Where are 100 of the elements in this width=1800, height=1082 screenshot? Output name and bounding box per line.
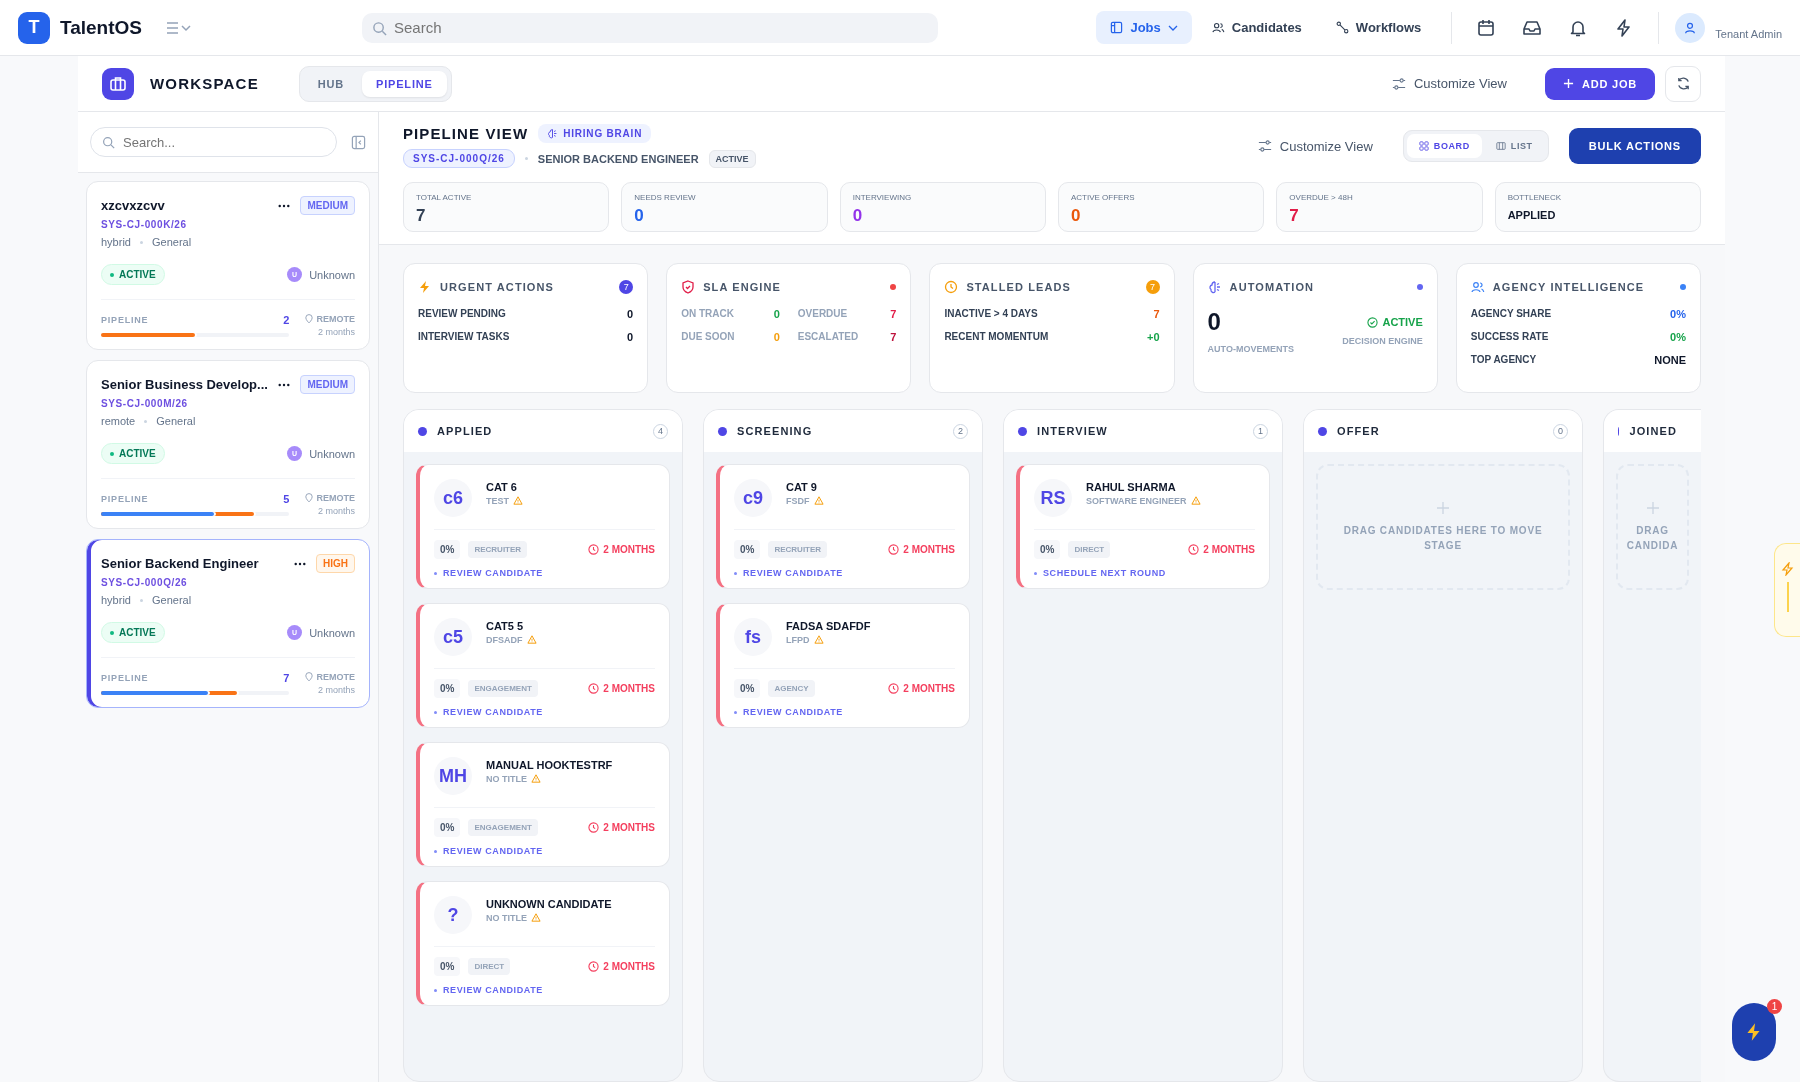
candidate-initials: ?	[434, 896, 472, 934]
add-job-button[interactable]: ADD JOB	[1544, 67, 1655, 100]
work-mode: remote	[101, 415, 136, 427]
assistant-button[interactable]	[1732, 1003, 1776, 1061]
pipeline-count: 5	[283, 493, 290, 505]
work-mode: hybrid	[101, 236, 131, 248]
more-icon[interactable]	[278, 203, 291, 208]
stat-label: TOTAL ACTIVE	[416, 193, 473, 202]
location: REMOTE	[316, 672, 355, 682]
metric-value: 7	[890, 308, 897, 320]
next-action-link[interactable]: REVIEW CANDIDATE	[434, 568, 543, 578]
candidate-card[interactable]: c9 CAT 9 FSDF 0% RECRUITER 2 MONTHS REVIEW CANDIDATE	[716, 464, 970, 589]
candidate-card[interactable]: c6 CAT 6 TEST 0% RECRUITER 2 MONTHS REVIEW CANDIDATE	[416, 464, 670, 589]
status-chip: ACTIVE	[708, 149, 756, 168]
status-badge: ACTIVE	[101, 443, 165, 464]
job-code: SYS-CJ-000M/26	[101, 398, 189, 409]
stage-name: SCREENING	[737, 425, 813, 437]
candidate-name: FADSA SDAFDF	[786, 619, 871, 632]
candidate-card[interactable]: ? UNKNOWN CANDIDATE NO TITLE 0% DIRECT 2 MONTHS REVIEW CANDIDATE	[416, 881, 670, 1006]
pipeline-label: PIPELINE	[101, 315, 149, 325]
pin-icon	[305, 314, 314, 324]
customize-view-button[interactable]: Customize View	[1247, 132, 1383, 160]
next-action-link[interactable]: REVIEW CANDIDATE	[434, 985, 543, 995]
warning-icon	[1190, 496, 1201, 505]
candidate-title: SOFTWARE ENGINEER	[1086, 495, 1187, 506]
candidate-title: NO TITLE	[486, 773, 527, 784]
board-icon	[1110, 21, 1124, 34]
nav-tab[interactable]: Jobs	[1096, 11, 1192, 44]
refresh-button[interactable]	[1665, 65, 1701, 102]
job-search-field[interactable]: Search...	[90, 127, 337, 157]
source-tag: DIRECT	[1068, 541, 1111, 558]
priority-badge: HIGH	[316, 554, 355, 573]
job-code-chip: SYS-CJ-000Q/26	[403, 149, 515, 168]
status-badge: ACTIVE	[101, 622, 165, 643]
hiring-brain-badge[interactable]: HIRING BRAIN	[538, 124, 652, 143]
pipeline-count: 7	[283, 672, 290, 684]
location: REMOTE	[316, 493, 355, 503]
nav-tab[interactable]: Candidates	[1197, 11, 1316, 44]
collapse-sidebar-icon[interactable]	[351, 134, 366, 150]
nav-tab[interactable]: Workflows	[1321, 11, 1436, 44]
candidate-card[interactable]: c5 CAT5 5 DFSADF 0% ENGAGEMENT 2 MONTHS REVIEW CANDIDATE	[416, 603, 670, 728]
pin-icon	[305, 672, 314, 682]
job-title: Senior Backend Engineer	[101, 556, 260, 571]
metric-value: 0%	[1670, 331, 1686, 343]
workspace-tab[interactable]: HUB	[303, 70, 359, 97]
source-tag: RECRUITER	[768, 541, 828, 558]
status-badge: ACTIVE	[101, 264, 165, 285]
priority-badge: MEDIUM	[300, 196, 355, 215]
match-score: 0%	[434, 679, 461, 698]
match-score: 0%	[434, 540, 461, 559]
workspace-tab[interactable]: PIPELINE	[362, 70, 447, 97]
workspace-title: WORKSPACE	[150, 75, 259, 92]
next-action-link[interactable]: REVIEW CANDIDATE	[434, 707, 543, 717]
view-tab[interactable]: BOARD	[1406, 134, 1482, 158]
calendar-icon[interactable]	[1476, 17, 1497, 38]
candidate-initials: MH	[434, 757, 472, 795]
stat-value: APPLIED	[1507, 209, 1557, 221]
metric-label: DUE SOON	[681, 331, 735, 343]
candidate-card[interactable]: fs FADSA SDAFDF LFPD 0% AGENCY 2 MONTHS REVIEW CANDIDATE	[716, 603, 970, 728]
engine-status: ACTIVE	[1367, 316, 1423, 328]
source-tag: RECRUITER	[468, 541, 528, 558]
match-score: 0%	[734, 679, 761, 698]
stat-label: INTERVIEWING	[852, 193, 913, 202]
priority-badge: MEDIUM	[300, 375, 355, 394]
next-action-link[interactable]: REVIEW CANDIDATE	[734, 707, 843, 717]
bulk-actions-button[interactable]: BULK ACTIONS	[1568, 128, 1701, 164]
department: General	[156, 415, 196, 427]
plus-icon	[1436, 501, 1450, 515]
location: REMOTE	[316, 314, 355, 324]
logo-icon: T	[18, 11, 50, 44]
count-badge: 7	[619, 280, 634, 294]
view-tab[interactable]: LIST	[1483, 134, 1545, 158]
metric-label: INTERVIEW TASKS	[418, 331, 510, 343]
more-icon[interactable]	[278, 382, 291, 387]
user-avatar[interactable]	[1675, 12, 1706, 43]
insight-title: SLA ENGINE	[703, 281, 781, 293]
workflow-icon	[1335, 21, 1349, 34]
department: General	[151, 236, 192, 248]
next-action-link[interactable]: SCHEDULE NEXT ROUND	[1034, 568, 1166, 578]
candidate-card[interactable]: RS RAHUL SHARMA SOFTWARE ENGINEER 0% DIRECT 2 MONTHS SCHEDULE NEXT ROUND	[1016, 464, 1270, 589]
count-badge: 7	[1145, 280, 1160, 294]
search-field[interactable]: Search	[362, 12, 938, 43]
next-action-link[interactable]: REVIEW CANDIDATE	[734, 568, 843, 578]
metric-label: DECISION ENGINE	[1342, 336, 1423, 346]
metric-value: +0	[1147, 331, 1160, 343]
more-icon[interactable]	[294, 561, 306, 566]
metric-label: SUCCESS RATE	[1470, 331, 1549, 343]
lightning-icon	[418, 280, 432, 294]
clock-icon	[944, 280, 959, 294]
job-age: 2 months	[317, 327, 355, 337]
stage-name: INTERVIEW	[1037, 425, 1108, 437]
next-action-link[interactable]: REVIEW CANDIDATE	[434, 846, 543, 856]
match-score: 0%	[434, 818, 461, 837]
metric-label: AGENCY SHARE	[1470, 308, 1552, 320]
source-tag: ENGAGEMENT	[468, 680, 538, 697]
customize-view-button[interactable]: Customize View	[1381, 70, 1517, 97]
owner-name: Unknown	[309, 447, 355, 460]
time-in-stage: 2 MONTHS	[603, 961, 655, 972]
metric-value: 0	[627, 308, 634, 320]
candidate-card[interactable]: MH MANUAL HOOKTESTRF NO TITLE 0% ENGAGEMENT 2 MONTHS REVIEW CANDIDATE	[416, 742, 670, 867]
